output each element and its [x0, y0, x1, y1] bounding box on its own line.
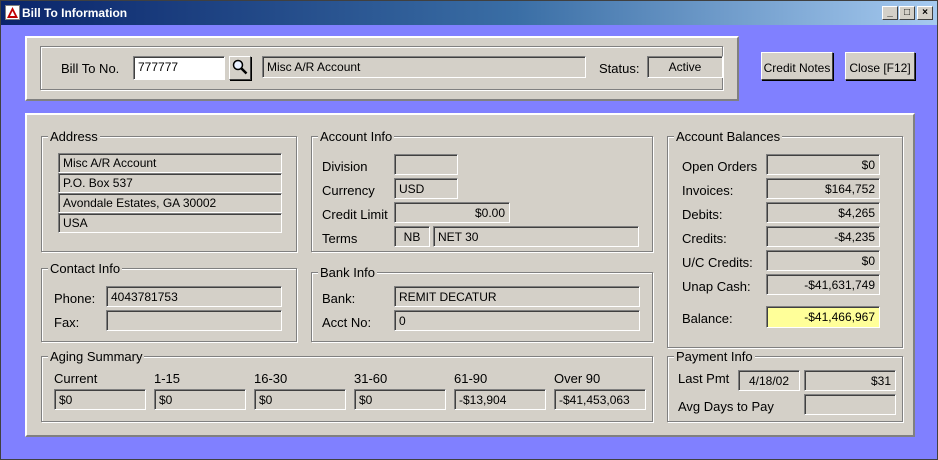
contact-info-title: Contact Info	[48, 261, 123, 276]
credit-limit-field: $0.00	[394, 202, 510, 223]
maximize-button[interactable]: □	[899, 6, 915, 20]
search-icon	[232, 59, 248, 78]
open-orders-field: $0	[766, 154, 880, 175]
bank-field: REMIT DECATUR	[394, 286, 640, 307]
close-window-button[interactable]: ×	[917, 6, 933, 20]
address-group: Address Misc A/R Account P.O. Box 537 Av…	[41, 129, 297, 252]
close-button-label: Close [F12]	[849, 61, 911, 75]
account-name-field: Misc A/R Account	[262, 56, 586, 78]
fax-field	[106, 310, 282, 331]
address-line-3: Avondale Estates, GA 30002	[58, 193, 282, 213]
status-field: Active	[647, 56, 723, 78]
terms-label: Terms	[322, 231, 358, 246]
bill-to-number-input[interactable]: 777777	[133, 56, 225, 80]
last-pmt-date-field: 4/18/02	[738, 370, 800, 391]
bank-info-group: Bank Info Bank: REMIT DECATUR Acct No: 0	[311, 265, 653, 342]
close-button[interactable]: Close [F12]	[845, 52, 915, 80]
payment-info-title: Payment Info	[674, 349, 755, 364]
avg-days-field	[804, 394, 896, 415]
phone-label: Phone:	[54, 291, 96, 306]
currency-field: USD	[394, 178, 458, 199]
unap-cash-label: Unap Cash:	[682, 279, 751, 294]
address-line-2: P.O. Box 537	[58, 173, 282, 193]
credit-notes-button[interactable]: Credit Notes	[761, 52, 833, 80]
aging-summary-title: Aging Summary	[48, 349, 145, 364]
invoices-field: $164,752	[766, 178, 880, 199]
avg-days-label: Avg Days to Pay	[678, 399, 774, 414]
acct-no-label: Acct No:	[322, 315, 372, 330]
bank-label: Bank:	[322, 291, 356, 306]
terms-code-field: NB	[394, 226, 430, 247]
window-title: Bill To Information	[22, 6, 128, 20]
aging-current-label: Current	[54, 371, 98, 386]
aging-31-60-field: $0	[354, 389, 446, 410]
aging-61-90-field: -$13,904	[454, 389, 546, 410]
bill-to-window: Bill To Information _ □ × Bill To No. 77…	[0, 0, 938, 460]
aging-16-30-field: $0	[254, 389, 346, 410]
contact-info-group: Contact Info Phone: 4043781753 Fax:	[41, 261, 297, 342]
debits-field: $4,265	[766, 202, 880, 223]
bank-info-title: Bank Info	[318, 265, 377, 280]
aging-over-90-label: Over 90	[554, 371, 601, 386]
open-orders-label: Open Orders	[682, 159, 758, 174]
unap-cash-field: -$41,631,749	[766, 274, 880, 295]
credit-limit-label: Credit Limit	[322, 207, 388, 222]
app-logo-icon	[5, 5, 20, 20]
bill-to-label: Bill To No.	[61, 61, 120, 76]
address-line-1: Misc A/R Account	[58, 153, 282, 173]
header-group: Bill To No. 777777 Misc A/R Account Stat…	[40, 46, 723, 90]
aging-summary-group: Aging Summary Current $0 1-15 $0 16-30 $…	[41, 349, 653, 422]
status-label: Status:	[599, 61, 640, 76]
aging-over-90-field: -$41,453,063	[554, 389, 646, 410]
credits-label: Credits:	[682, 231, 727, 246]
fax-label: Fax:	[54, 315, 80, 330]
account-info-group: Account Info Division Currency USD Credi…	[311, 129, 653, 252]
last-pmt-amount-field: $31	[804, 370, 896, 391]
terms-description-field: NET 30	[433, 226, 639, 247]
account-balances-group: Account Balances Open Orders $0 Invoices…	[667, 129, 903, 348]
credits-field: -$4,235	[766, 226, 880, 247]
aging-61-90-label: 61-90	[454, 371, 488, 386]
account-balances-title: Account Balances	[674, 129, 783, 144]
invoices-label: Invoices:	[682, 183, 734, 198]
division-label: Division	[322, 159, 368, 174]
aging-31-60-label: 31-60	[354, 371, 388, 386]
account-info-title: Account Info	[318, 129, 395, 144]
aging-1-15-label: 1-15	[154, 371, 181, 386]
balance-label: Balance:	[682, 311, 733, 326]
division-field	[394, 154, 458, 175]
title-bar[interactable]: Bill To Information _ □ ×	[1, 1, 937, 25]
lookup-button[interactable]	[229, 56, 251, 80]
aging-1-15-field: $0	[154, 389, 246, 410]
uc-credits-field: $0	[766, 250, 880, 271]
address-line-4: USA	[58, 213, 282, 233]
minimize-button[interactable]: _	[882, 6, 898, 20]
credit-notes-label: Credit Notes	[763, 61, 831, 75]
phone-field: 4043781753	[106, 286, 282, 307]
aging-16-30-label: 16-30	[254, 371, 288, 386]
currency-label: Currency	[322, 183, 375, 198]
main-panel: Address Misc A/R Account P.O. Box 537 Av…	[25, 113, 915, 437]
balance-field: -$41,466,967	[766, 306, 880, 328]
debits-label: Debits:	[682, 207, 723, 222]
aging-current-field: $0	[54, 389, 146, 410]
header-panel: Bill To No. 777777 Misc A/R Account Stat…	[25, 36, 739, 101]
acct-no-field: 0	[394, 310, 640, 331]
last-pmt-label: Last Pmt	[678, 371, 730, 386]
uc-credits-label: U/C Credits:	[682, 255, 753, 270]
address-title: Address	[48, 129, 100, 144]
payment-info-group: Payment Info Last Pmt 4/18/02 $31 Avg Da…	[667, 349, 903, 422]
